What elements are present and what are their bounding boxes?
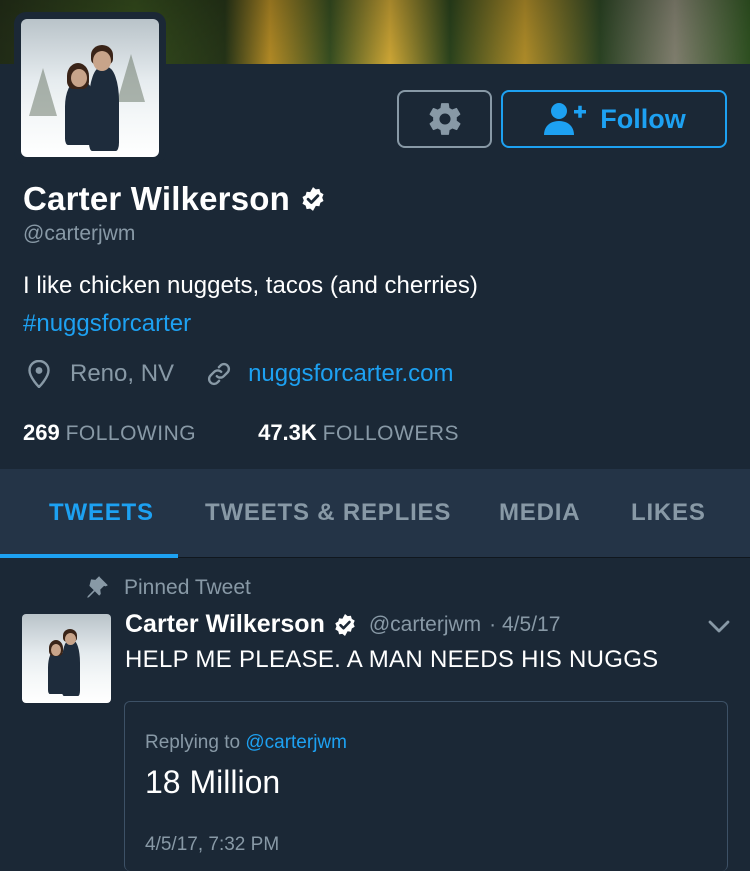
person-head bbox=[93, 51, 111, 71]
follow-button[interactable]: Follow bbox=[501, 90, 727, 148]
profile-handle: @carterjwm bbox=[23, 222, 136, 245]
quoted-tweet-timestamp: 4/5/17, 7:32 PM bbox=[145, 834, 280, 855]
profile-name: Carter Wilkerson bbox=[23, 180, 290, 217]
link-icon bbox=[208, 362, 231, 386]
person-head bbox=[71, 69, 87, 87]
tweet-date: · 4/5/17 bbox=[489, 612, 561, 636]
verified-badge-icon bbox=[335, 613, 355, 636]
profile-location: Reno, NV bbox=[70, 360, 175, 387]
bio-hashtag-link[interactable]: #nuggsforcarter bbox=[23, 305, 478, 343]
tab-media[interactable]: MEDIA bbox=[499, 499, 580, 527]
profile-stats: 269 FOLLOWING 47.3K FOLLOWERS bbox=[23, 420, 459, 446]
person-figure bbox=[62, 640, 80, 696]
tweet-avatar[interactable] bbox=[22, 614, 111, 703]
following-count: 269 bbox=[23, 420, 60, 445]
bio-text: I like chicken nuggets, tacos (and cherr… bbox=[23, 272, 478, 299]
pinned-label: Pinned Tweet bbox=[124, 576, 251, 599]
profile-tab-bar: TWEETS TWEETS & REPLIES MEDIA LIKES bbox=[0, 469, 750, 558]
followers-stat[interactable]: 47.3K FOLLOWERS bbox=[258, 420, 459, 446]
verified-badge-icon bbox=[302, 187, 324, 211]
person-head bbox=[51, 644, 61, 656]
profile-avatar[interactable] bbox=[14, 12, 166, 164]
pin-icon bbox=[87, 576, 108, 598]
quoted-tweet-text: 18 Million bbox=[145, 764, 281, 800]
replying-to-line: Replying to @carterjwm bbox=[145, 732, 347, 754]
follow-label: Follow bbox=[600, 103, 686, 134]
tab-likes[interactable]: LIKES bbox=[631, 499, 706, 527]
tree-shape bbox=[117, 53, 145, 102]
settings-button[interactable] bbox=[397, 90, 492, 148]
tweet-author-name[interactable]: Carter Wilkerson bbox=[125, 610, 325, 639]
location-pin-icon bbox=[28, 360, 50, 388]
replying-to-handle-link[interactable]: @carterjwm bbox=[245, 732, 347, 753]
pinned-indicator: Pinned Tweet bbox=[84, 575, 251, 601]
tweet-header: Carter Wilkerson @carterjwm · 4/5/17 bbox=[125, 610, 560, 639]
tab-tweets-and-replies[interactable]: TWEETS & REPLIES bbox=[205, 499, 451, 527]
avatar-photo bbox=[21, 19, 159, 157]
followers-count: 47.3K bbox=[258, 420, 317, 445]
active-tab-indicator bbox=[0, 554, 178, 558]
following-stat[interactable]: 269 FOLLOWING bbox=[23, 420, 196, 446]
profile-name-row: Carter Wilkerson bbox=[23, 180, 326, 218]
tab-tweets[interactable]: TWEETS bbox=[49, 499, 154, 527]
following-label: FOLLOWING bbox=[65, 422, 197, 445]
tree-shape bbox=[29, 67, 57, 116]
followers-label: FOLLOWERS bbox=[322, 422, 459, 445]
quoted-tweet-card[interactable]: Replying to @carterjwm 18 Million 4/5/17… bbox=[124, 701, 728, 871]
add-user-icon bbox=[544, 103, 587, 135]
profile-website-link[interactable]: nuggsforcarter.com bbox=[248, 360, 453, 388]
person-figure bbox=[89, 67, 119, 151]
profile-bio: I like chicken nuggets, tacos (and cherr… bbox=[23, 267, 478, 343]
chevron-down-icon[interactable] bbox=[708, 620, 730, 634]
replying-prefix: Replying to bbox=[145, 732, 241, 753]
person-head bbox=[65, 633, 76, 645]
tweet-author-handle: @carterjwm bbox=[368, 612, 482, 636]
gear-icon bbox=[429, 103, 460, 135]
profile-meta: Reno, NV nuggsforcarter.com bbox=[28, 360, 454, 388]
tweet-text: HELP ME PLEASE. A MAN NEEDS HIS NUGGS bbox=[125, 646, 659, 673]
